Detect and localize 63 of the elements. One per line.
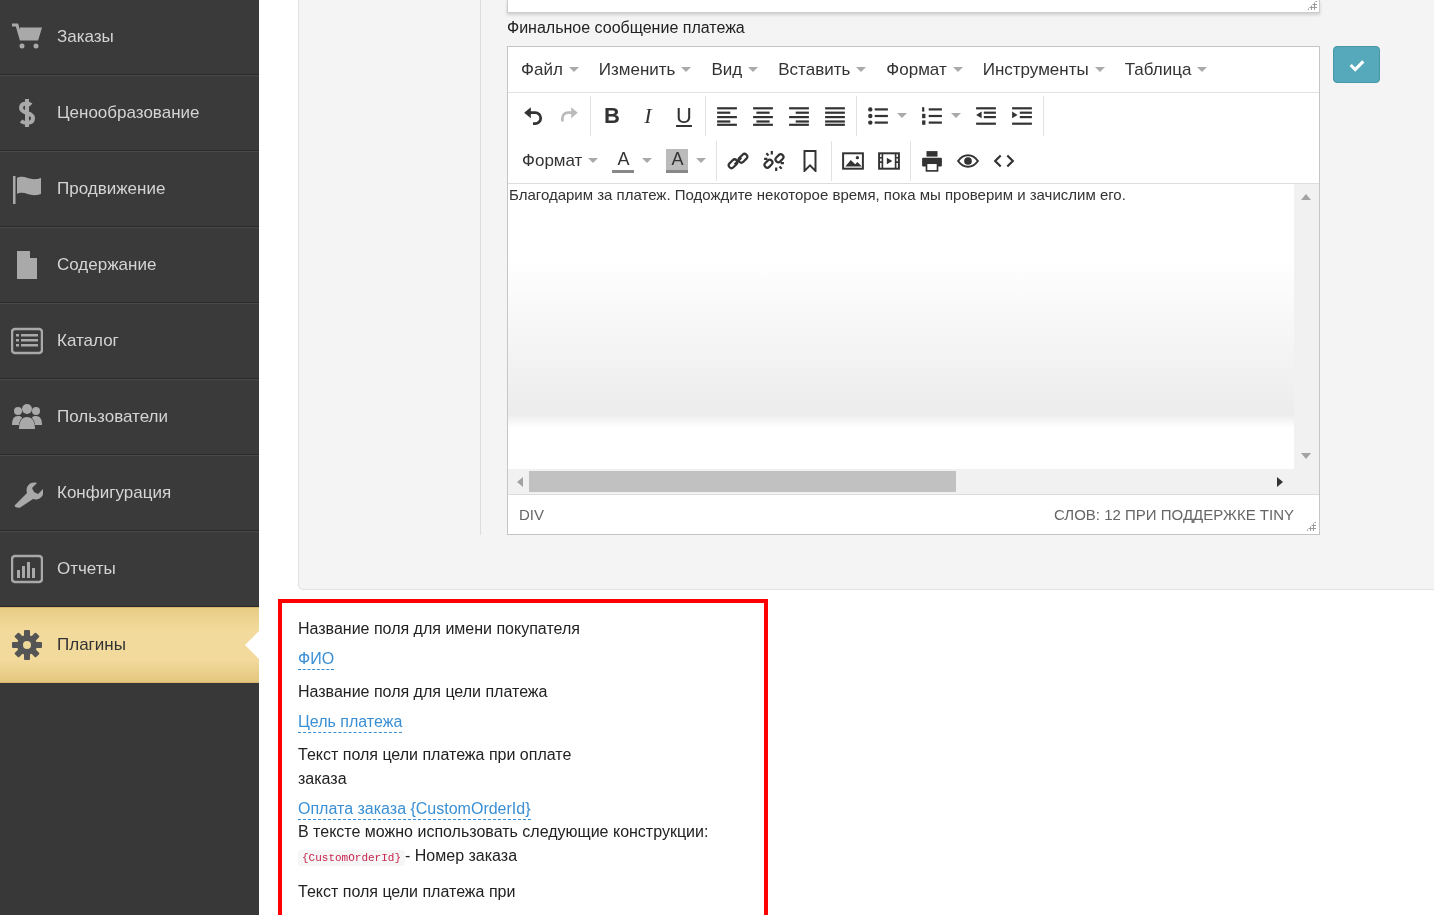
sidebar-item[interactable]: Содержание <box>0 227 259 303</box>
indent-icon[interactable] <box>1011 104 1033 127</box>
align-center-icon[interactable] <box>752 104 774 127</box>
flag-icon <box>11 173 43 205</box>
caret-icon <box>568 67 579 72</box>
unlink-icon[interactable] <box>763 149 786 172</box>
sidebar-item[interactable]: Отчеты <box>0 531 259 607</box>
hint-text: В тексте можно использовать следующие конструкции: <box>298 822 710 842</box>
caret-icon <box>1094 67 1105 72</box>
code-description: - Номер заказа <box>405 847 518 864</box>
bullet-list-icon[interactable] <box>867 104 889 127</box>
underline-button[interactable]: U <box>673 102 695 129</box>
align-left-icon[interactable] <box>716 104 738 127</box>
menu-item[interactable]: Формат <box>877 55 972 84</box>
resize-grip-icon <box>1307 0 1317 10</box>
code-snippet: {CustomOrderId} <box>298 850 406 866</box>
element-path[interactable]: DIV <box>519 504 544 525</box>
italic-button[interactable]: I <box>637 102 659 129</box>
field-label: Финальное сообщение платежа <box>507 19 746 37</box>
setting-label: Текст поля цели платежа при оплате заказа <box>298 745 573 789</box>
vertical-scrollbar[interactable] <box>1294 184 1319 469</box>
setting-label: Название поля для имени покупателя <box>298 619 581 639</box>
caret-icon <box>952 67 963 72</box>
caret-icon <box>1197 67 1208 72</box>
format-dropdown[interactable]: Формат <box>522 150 599 171</box>
editable-value-link[interactable]: ФИО <box>298 648 335 670</box>
undo-icon[interactable] <box>522 104 544 127</box>
bold-button[interactable]: B <box>601 102 623 129</box>
menu-item[interactable]: Таблица <box>1115 55 1217 84</box>
list-icon <box>11 325 43 357</box>
video-icon[interactable] <box>878 149 901 172</box>
menu-item[interactable]: Инструменты <box>973 55 1114 84</box>
gear-icon <box>11 629 43 661</box>
align-right-icon[interactable] <box>788 104 810 127</box>
menu-item[interactable]: Вид <box>702 55 768 84</box>
align-justify-icon[interactable] <box>824 104 846 127</box>
sidebar-item[interactable]: Плагины <box>0 607 259 683</box>
image-icon[interactable] <box>842 149 865 172</box>
setting-label: Текст поля цели платежа при <box>298 882 517 902</box>
sidebar-item[interactable]: Конфигурация <box>0 455 259 531</box>
outdent-icon[interactable] <box>975 104 997 127</box>
sidebar-item[interactable]: Пользователи <box>0 379 259 455</box>
print-icon[interactable] <box>921 149 944 172</box>
sidebar-item[interactable]: Ценообразование <box>0 75 259 151</box>
menu-item[interactable]: Вставить <box>769 55 876 84</box>
setting-label: Название поля для цели платежа <box>298 682 549 702</box>
caret-icon <box>681 67 692 72</box>
menu-item[interactable]: Изменить <box>589 55 701 84</box>
save-button[interactable] <box>1333 46 1380 83</box>
editable-value-link[interactable]: Оплата заказа {CustomOrderId} <box>298 798 531 820</box>
caret-icon <box>856 67 867 72</box>
sidebar-item[interactable]: Продвижение <box>0 151 259 227</box>
background-color-button[interactable]: A <box>666 148 689 173</box>
caret-icon <box>748 67 759 72</box>
caret-icon <box>588 158 599 163</box>
word-count: СЛОВ: 12 ПРИ ПОДДЕРЖКЕ TINY <box>1054 505 1294 525</box>
menu-item[interactable]: Файл <box>512 55 588 84</box>
text-color-button[interactable]: A <box>612 148 635 173</box>
sidebar-item[interactable]: Каталог <box>0 303 259 379</box>
numbered-list-icon[interactable] <box>921 104 943 127</box>
active-pointer <box>245 631 259 659</box>
chart-icon <box>11 553 43 585</box>
horizontal-scrollbar[interactable] <box>508 469 1319 495</box>
